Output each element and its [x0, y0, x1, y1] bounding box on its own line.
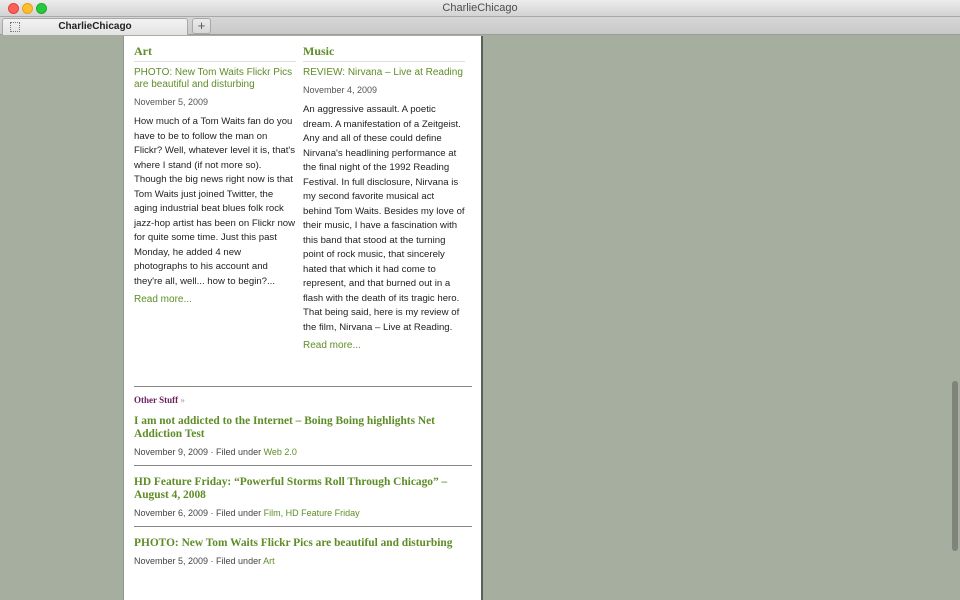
filed-under-label: · Filed under	[208, 447, 264, 457]
post-title-link[interactable]: PHOTO: New Tom Waits Flickr Pics are bea…	[134, 537, 472, 550]
window-titlebar: CharlieChicago	[0, 0, 960, 17]
post-meta: November 6, 2009 · Filed under Film, HD …	[134, 508, 472, 518]
read-more-link[interactable]: Read more...	[134, 294, 296, 305]
post-date: November 6, 2009	[134, 508, 209, 518]
category-column-art: Art PHOTO: New Tom Waits Flickr Pics are…	[134, 44, 296, 305]
post-title-link[interactable]: I am not addicted to the Internet – Boin…	[134, 415, 472, 441]
post-date: November 5, 2009	[134, 556, 209, 566]
tab-label: CharlieChicago	[58, 21, 132, 32]
category-column-music: Music REVIEW: Nirvana – Live at Reading …	[303, 44, 465, 351]
new-tab-button[interactable]: +	[192, 18, 211, 34]
category-link[interactable]: Film, HD Feature Friday	[264, 508, 360, 518]
window-title: CharlieChicago	[442, 2, 518, 14]
category-link[interactable]: Art	[263, 556, 275, 566]
post-title-link[interactable]: PHOTO: New Tom Waits Flickr Pics are bea…	[134, 67, 296, 91]
category-heading-music: Music	[303, 44, 465, 62]
filed-under-label: · Filed under	[208, 508, 264, 518]
list-item: PHOTO: New Tom Waits Flickr Pics are bea…	[134, 527, 472, 574]
scrollbar-thumb[interactable]	[952, 381, 958, 551]
other-stuff-label: Other Stuff	[134, 395, 179, 405]
post-title-link[interactable]: REVIEW: Nirvana – Live at Reading	[303, 67, 465, 79]
post-title-link[interactable]: HD Feature Friday: “Powerful Storms Roll…	[134, 476, 472, 502]
post-meta: November 9, 2009 · Filed under Web 2.0	[134, 447, 472, 457]
post-meta: November 5, 2009 · Filed under Art	[134, 556, 472, 566]
tab-bar: CharlieChicago +	[0, 17, 960, 35]
category-heading-art: Art	[134, 44, 296, 62]
category-link[interactable]: Web 2.0	[264, 447, 297, 457]
tab-charliechicago[interactable]: CharlieChicago	[2, 18, 188, 35]
post-date: November 9, 2009	[134, 447, 209, 457]
post-date: November 5, 2009	[134, 97, 209, 107]
browser-viewport: Art PHOTO: New Tom Waits Flickr Pics are…	[0, 36, 960, 600]
filed-under-label: · Filed under	[208, 556, 264, 566]
list-item: I am not addicted to the Internet – Boin…	[134, 405, 472, 466]
other-stuff-section: Other Stuff » I am not addicted to the I…	[134, 386, 472, 574]
post-excerpt: An aggressive assault. A poetic dream. A…	[303, 104, 465, 333]
raquo-icon: »	[180, 395, 185, 405]
other-stuff-heading[interactable]: Other Stuff »	[134, 395, 472, 405]
post-date: November 4, 2009	[303, 85, 378, 95]
list-item: HD Feature Friday: “Powerful Storms Roll…	[134, 466, 472, 527]
page-content: Art PHOTO: New Tom Waits Flickr Pics are…	[123, 36, 483, 600]
post-excerpt: How much of a Tom Waits fan do you have …	[134, 116, 296, 287]
vertical-scrollbar[interactable]	[950, 36, 960, 600]
read-more-link[interactable]: Read more...	[303, 340, 465, 351]
